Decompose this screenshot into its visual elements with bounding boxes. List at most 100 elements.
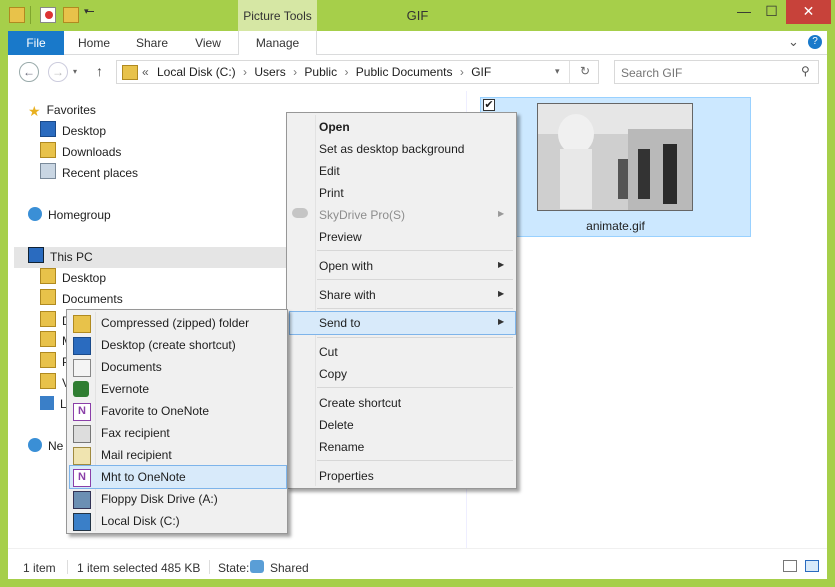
- tab-manage[interactable]: Manage: [238, 31, 317, 55]
- tab-share[interactable]: Share: [128, 31, 176, 55]
- breadcrumb-overflow[interactable]: «: [142, 65, 149, 79]
- nav-label: Documents: [62, 292, 123, 306]
- sendto-mail-recipient[interactable]: Mail recipient: [101, 448, 172, 462]
- context-menu: Open Set as desktop background Edit Prin…: [286, 112, 517, 489]
- folder-icon: [122, 65, 138, 80]
- folder-icon: [40, 289, 56, 305]
- maximize-button[interactable]: ☐: [757, 0, 786, 24]
- menu-item-edit[interactable]: Edit: [319, 164, 340, 178]
- menu-item-properties[interactable]: Properties: [319, 469, 374, 483]
- breadcrumb-separator[interactable]: ›: [289, 65, 301, 79]
- menu-item-share-with[interactable]: Share with: [319, 288, 376, 302]
- nav-label: This PC: [50, 250, 93, 264]
- minimize-button[interactable]: —: [731, 0, 757, 24]
- nav-item-l[interactable]: L: [40, 394, 67, 415]
- file-thumbnail: [537, 103, 693, 211]
- status-divider: [67, 560, 68, 574]
- breadcrumb-separator[interactable]: ›: [239, 65, 251, 79]
- sendto-favorite-onenote[interactable]: Favorite to OneNote: [101, 404, 209, 418]
- details-view-icon[interactable]: [783, 560, 797, 572]
- network-icon: [28, 438, 42, 452]
- nav-recent-places[interactable]: Recent places: [40, 163, 138, 184]
- up-button[interactable]: ↑: [96, 63, 103, 79]
- sendto-mht-onenote[interactable]: Mht to OneNote: [101, 470, 186, 484]
- folder-icon: [40, 352, 56, 368]
- close-button[interactable]: ✕: [786, 0, 831, 24]
- status-state-label: State:: [218, 561, 250, 575]
- search-icon[interactable]: ⚲: [801, 64, 810, 78]
- menu-item-open[interactable]: Open: [319, 120, 350, 134]
- windows-drive-icon: [40, 396, 54, 410]
- tab-file[interactable]: File: [8, 31, 64, 55]
- address-bar[interactable]: « Local Disk (C:) › Users › Public › Pub…: [116, 60, 599, 84]
- menu-item-skydrive-pro[interactable]: SkyDrive Pro(S): [319, 208, 405, 222]
- cloud-icon: [292, 208, 308, 218]
- menu-item-send-to[interactable]: Send to: [319, 316, 360, 330]
- large-icons-view-icon[interactable]: [805, 560, 819, 572]
- menu-item-delete[interactable]: Delete: [319, 418, 354, 432]
- help-icon[interactable]: ?: [808, 35, 822, 49]
- nav-network[interactable]: Ne: [28, 436, 63, 457]
- tab-home[interactable]: Home: [70, 31, 118, 55]
- file-name[interactable]: animate.gif: [480, 219, 751, 233]
- back-button[interactable]: ←: [19, 62, 39, 82]
- sendto-desktop[interactable]: Desktop (create shortcut): [101, 338, 236, 352]
- menu-separator: [317, 279, 513, 280]
- nav-homegroup[interactable]: Homegroup: [28, 205, 111, 226]
- sendto-compressed-folder[interactable]: Compressed (zipped) folder: [101, 316, 249, 330]
- nav-downloads[interactable]: Downloads: [40, 142, 121, 163]
- breadcrumb-separator[interactable]: ›: [340, 65, 352, 79]
- menu-item-cut[interactable]: Cut: [319, 345, 338, 359]
- sendto-local-disk[interactable]: Local Disk (C:): [101, 514, 180, 528]
- sendto-floppy-disk[interactable]: Floppy Disk Drive (A:): [101, 492, 218, 506]
- forward-button[interactable]: →: [48, 62, 68, 82]
- breadcrumb-item[interactable]: Local Disk (C:): [157, 65, 236, 79]
- nav-this-pc[interactable]: This PC: [28, 247, 93, 268]
- menu-item-print[interactable]: Print: [319, 186, 344, 200]
- nav-label: Downloads: [62, 145, 122, 159]
- breadcrumb-item[interactable]: Public Documents: [356, 65, 453, 79]
- fax-icon: [73, 425, 91, 443]
- mail-icon: [73, 447, 91, 465]
- menu-item-open-with[interactable]: Open with: [319, 259, 373, 273]
- submenu-arrow-icon: ▶: [498, 209, 505, 218]
- menu-item-rename[interactable]: Rename: [319, 440, 364, 454]
- recent-locations-icon[interactable]: ▾: [73, 67, 77, 76]
- menu-item-create-shortcut[interactable]: Create shortcut: [319, 396, 401, 410]
- search-box[interactable]: ⚲: [614, 60, 819, 84]
- search-input[interactable]: [619, 63, 793, 82]
- menu-separator: [317, 308, 513, 309]
- ribbon-collapse-icon[interactable]: ⌄: [788, 34, 799, 50]
- refresh-icon[interactable]: ↻: [580, 64, 590, 78]
- folder-icon: [40, 373, 56, 389]
- menu-item-copy[interactable]: Copy: [319, 367, 347, 381]
- sendto-documents[interactable]: Documents: [101, 360, 162, 374]
- address-history-icon[interactable]: ▾: [555, 66, 560, 77]
- computer-icon: [28, 247, 44, 263]
- nav-label: Recent places: [62, 166, 139, 180]
- nav-label: Desktop: [62, 271, 107, 285]
- sendto-fax-recipient[interactable]: Fax recipient: [101, 426, 170, 440]
- documents-icon: [73, 359, 91, 377]
- nav-pc-desktop[interactable]: Desktop: [40, 268, 106, 289]
- nav-desktop[interactable]: Desktop: [40, 121, 106, 142]
- status-selected: 1 item selected: [77, 561, 158, 575]
- nav-label: Favorites: [46, 103, 96, 117]
- nav-label: Desktop: [62, 124, 107, 138]
- nav-favorites[interactable]: ★ Favorites: [28, 100, 96, 121]
- breadcrumb-separator[interactable]: ›: [456, 65, 468, 79]
- tab-view[interactable]: View: [184, 31, 232, 55]
- breadcrumb-item[interactable]: Public: [304, 65, 337, 79]
- desktop-icon: [73, 337, 91, 355]
- breadcrumb-item[interactable]: GIF: [471, 65, 491, 79]
- sendto-evernote[interactable]: Evernote: [101, 382, 149, 396]
- breadcrumb-item[interactable]: Users: [254, 65, 285, 79]
- menu-item-preview[interactable]: Preview: [319, 230, 362, 244]
- menu-separator: [317, 250, 513, 251]
- file-checkbox[interactable]: ✔: [483, 99, 495, 111]
- menu-item-set-desktop-background[interactable]: Set as desktop background: [319, 142, 464, 156]
- folder-icon: [40, 331, 56, 347]
- shared-users-icon: [250, 560, 264, 573]
- nav-documents[interactable]: Documents: [40, 289, 123, 310]
- desktop-icon: [40, 121, 56, 137]
